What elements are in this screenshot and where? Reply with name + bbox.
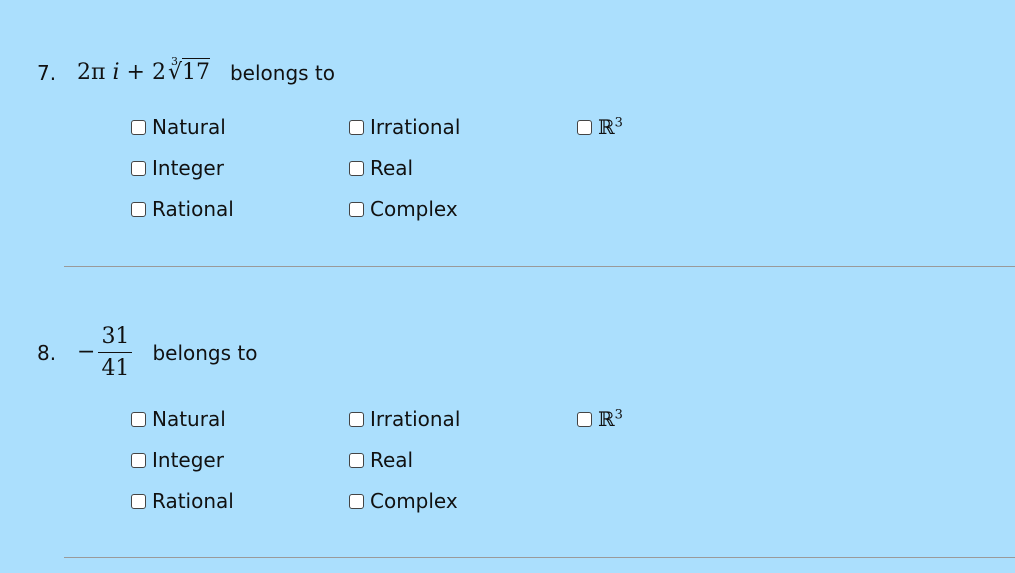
checkbox[interactable] [349, 201, 364, 217]
option-integer[interactable]: Integer [131, 448, 224, 472]
checkbox[interactable] [349, 119, 364, 135]
question-8: 8. −31 41 belongs to Natural Irrational ℝ… [0, 280, 1015, 560]
question-8-expression: −31 41 [77, 324, 133, 381]
checkbox[interactable] [577, 411, 592, 427]
divider [64, 266, 1015, 267]
checkbox[interactable] [349, 452, 364, 468]
question-number: 8. [37, 340, 57, 365]
option-complex[interactable]: Complex [349, 197, 458, 221]
checkbox[interactable] [131, 452, 146, 468]
fraction: 31 41 [98, 324, 133, 381]
option-natural[interactable]: Natural [131, 115, 226, 139]
cube-root: 3 √17 [167, 55, 210, 85]
option-natural[interactable]: Natural [131, 407, 226, 431]
checkbox[interactable] [349, 411, 364, 427]
option-r3[interactable]: ℝ3 [577, 407, 623, 431]
question-7-expression: 2π i + 2 3 √17 [77, 55, 210, 85]
option-real[interactable]: Real [349, 156, 413, 180]
option-r3[interactable]: ℝ3 [577, 115, 623, 139]
checkbox[interactable] [131, 160, 146, 176]
question-number: 7. [37, 60, 57, 85]
checkbox[interactable] [349, 160, 364, 176]
option-irrational[interactable]: Irrational [349, 115, 460, 139]
option-rational[interactable]: Rational [131, 489, 234, 513]
checkbox[interactable] [131, 119, 146, 135]
question-7: 7. 2π i + 2 3 √17 belongs to Natural Irrat… [0, 0, 1015, 270]
question-8-header: 8. −31 41 belongs to [37, 324, 257, 381]
belongs-to-text: belongs to [229, 60, 336, 85]
option-irrational[interactable]: Irrational [349, 407, 460, 431]
option-real[interactable]: Real [349, 448, 413, 472]
checkbox[interactable] [131, 493, 146, 509]
option-rational[interactable]: Rational [131, 197, 234, 221]
option-complex[interactable]: Complex [349, 489, 458, 513]
belongs-to-text: belongs to [152, 340, 258, 365]
question-7-header: 7. 2π i + 2 3 √17 belongs to [37, 55, 336, 85]
checkbox[interactable] [349, 493, 364, 509]
divider [64, 557, 1015, 558]
checkbox[interactable] [131, 411, 146, 427]
checkbox[interactable] [131, 201, 146, 217]
option-integer[interactable]: Integer [131, 156, 224, 180]
checkbox[interactable] [577, 119, 592, 135]
